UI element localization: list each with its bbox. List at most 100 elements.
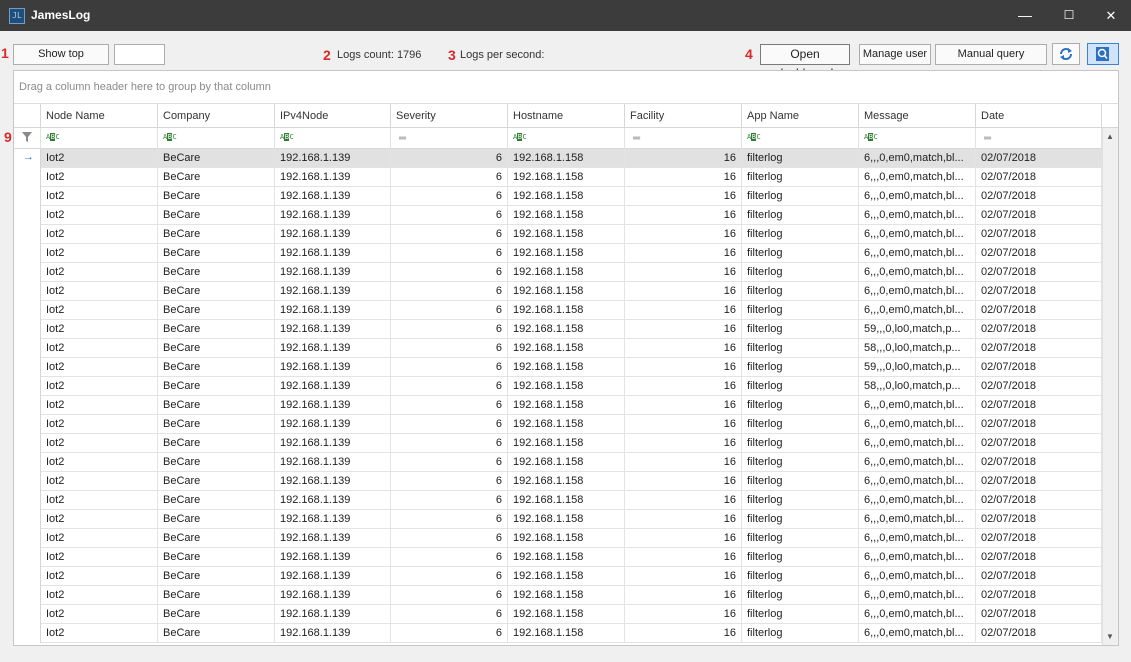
cell-ipv4node[interactable]: 192.168.1.139	[275, 282, 391, 301]
cell-company[interactable]: BeCare	[158, 548, 275, 567]
cell-message[interactable]: 6,,,0,em0,match,bl...	[859, 206, 976, 225]
cell-hostname[interactable]: 192.168.1.158	[508, 491, 625, 510]
cell-date[interactable]: 02/07/2018	[976, 510, 1102, 529]
row-indicator[interactable]	[14, 434, 41, 453]
row-indicator[interactable]	[14, 244, 41, 263]
cell-date[interactable]: 02/07/2018	[976, 605, 1102, 624]
cell-hostname[interactable]: 192.168.1.158	[508, 301, 625, 320]
filter-cell-hostname[interactable]: ABC	[508, 128, 625, 149]
minimize-icon[interactable]: —	[1003, 0, 1047, 31]
cell-severity[interactable]: 6	[391, 282, 508, 301]
cell-company[interactable]: BeCare	[158, 472, 275, 491]
cell-facility[interactable]: 16	[625, 206, 742, 225]
cell-facility[interactable]: 16	[625, 567, 742, 586]
cell-facility[interactable]: 16	[625, 434, 742, 453]
cell-app-name[interactable]: filterlog	[742, 567, 859, 586]
row-indicator[interactable]	[14, 320, 41, 339]
cell-company[interactable]: BeCare	[158, 244, 275, 263]
cell-ipv4node[interactable]: 192.168.1.139	[275, 586, 391, 605]
cell-ipv4node[interactable]: 192.168.1.139	[275, 149, 391, 168]
cell-date[interactable]: 02/07/2018	[976, 320, 1102, 339]
cell-ipv4node[interactable]: 192.168.1.139	[275, 225, 391, 244]
table-row[interactable]: Iot2 BeCare 192.168.1.139 6 192.168.1.158 16 f…	[14, 282, 1102, 301]
cell-severity[interactable]: 6	[391, 510, 508, 529]
cell-hostname[interactable]: 192.168.1.158	[508, 206, 625, 225]
cell-app-name[interactable]: filterlog	[742, 168, 859, 187]
cell-severity[interactable]: 6	[391, 358, 508, 377]
cell-node-name[interactable]: Iot2	[41, 301, 158, 320]
cell-severity[interactable]: 6	[391, 472, 508, 491]
column-header-facility[interactable]: Facility	[625, 104, 742, 128]
table-row[interactable]: Iot2 BeCare 192.168.1.139 6 192.168.1.158 16 f…	[14, 624, 1102, 643]
cell-ipv4node[interactable]: 192.168.1.139	[275, 567, 391, 586]
cell-ipv4node[interactable]: 192.168.1.139	[275, 206, 391, 225]
cell-facility[interactable]: 16	[625, 358, 742, 377]
cell-app-name[interactable]: filterlog	[742, 377, 859, 396]
cell-severity[interactable]: 6	[391, 320, 508, 339]
cell-date[interactable]: 02/07/2018	[976, 472, 1102, 491]
cell-message[interactable]: 6,,,0,em0,match,bl...	[859, 225, 976, 244]
cell-ipv4node[interactable]: 192.168.1.139	[275, 377, 391, 396]
table-row[interactable]: Iot2 BeCare 192.168.1.139 6 192.168.1.158 16 f…	[14, 434, 1102, 453]
row-indicator[interactable]	[14, 491, 41, 510]
cell-company[interactable]: BeCare	[158, 434, 275, 453]
table-row[interactable]: Iot2 BeCare 192.168.1.139 6 192.168.1.158 16 f…	[14, 472, 1102, 491]
scroll-down-icon[interactable]: ▼	[1106, 632, 1114, 641]
cell-node-name[interactable]: Iot2	[41, 434, 158, 453]
cell-company[interactable]: BeCare	[158, 358, 275, 377]
cell-app-name[interactable]: filterlog	[742, 225, 859, 244]
cell-hostname[interactable]: 192.168.1.158	[508, 472, 625, 491]
cell-hostname[interactable]: 192.168.1.158	[508, 187, 625, 206]
cell-severity[interactable]: 6	[391, 301, 508, 320]
filter-cell-node-name[interactable]: ABC	[41, 128, 158, 149]
cell-message[interactable]: 6,,,0,em0,match,bl...	[859, 624, 976, 643]
cell-hostname[interactable]: 192.168.1.158	[508, 263, 625, 282]
cell-hostname[interactable]: 192.168.1.158	[508, 168, 625, 187]
cell-hostname[interactable]: 192.168.1.158	[508, 586, 625, 605]
table-row[interactable]: Iot2 BeCare 192.168.1.139 6 192.168.1.158 16 f…	[14, 548, 1102, 567]
table-row[interactable]: Iot2 BeCare 192.168.1.139 6 192.168.1.158 16 f…	[14, 358, 1102, 377]
cell-severity[interactable]: 6	[391, 529, 508, 548]
cell-company[interactable]: BeCare	[158, 567, 275, 586]
cell-app-name[interactable]: filterlog	[742, 320, 859, 339]
cell-app-name[interactable]: filterlog	[742, 624, 859, 643]
cell-app-name[interactable]: filterlog	[742, 434, 859, 453]
scroll-up-icon[interactable]: ▲	[1106, 132, 1114, 141]
cell-ipv4node[interactable]: 192.168.1.139	[275, 453, 391, 472]
cell-message[interactable]: 6,,,0,em0,match,bl...	[859, 605, 976, 624]
column-header-severity[interactable]: Severity	[391, 104, 508, 128]
row-indicator[interactable]	[14, 187, 41, 206]
table-row[interactable]: Iot2 BeCare 192.168.1.139 6 192.168.1.158 16 f…	[14, 301, 1102, 320]
cell-node-name[interactable]: Iot2	[41, 491, 158, 510]
filter-cell-facility[interactable]: ═	[625, 128, 742, 149]
cell-company[interactable]: BeCare	[158, 605, 275, 624]
cell-facility[interactable]: 16	[625, 187, 742, 206]
cell-ipv4node[interactable]: 192.168.1.139	[275, 187, 391, 206]
cell-message[interactable]: 6,,,0,em0,match,bl...	[859, 149, 976, 168]
cell-message[interactable]: 6,,,0,em0,match,bl...	[859, 586, 976, 605]
cell-severity[interactable]: 6	[391, 415, 508, 434]
vertical-scrollbar[interactable]: ▲ ▼	[1102, 128, 1118, 645]
cell-app-name[interactable]: filterlog	[742, 453, 859, 472]
cell-date[interactable]: 02/07/2018	[976, 263, 1102, 282]
cell-facility[interactable]: 16	[625, 624, 742, 643]
table-row[interactable]: Iot2 BeCare 192.168.1.139 6 192.168.1.158 16 f…	[14, 415, 1102, 434]
cell-date[interactable]: 02/07/2018	[976, 206, 1102, 225]
cell-date[interactable]: 02/07/2018	[976, 529, 1102, 548]
cell-date[interactable]: 02/07/2018	[976, 548, 1102, 567]
table-row[interactable]: Iot2 BeCare 192.168.1.139 6 192.168.1.158 16 f…	[14, 453, 1102, 472]
cell-node-name[interactable]: Iot2	[41, 377, 158, 396]
cell-hostname[interactable]: 192.168.1.158	[508, 396, 625, 415]
filter-cell-ipv4node[interactable]: ABC	[275, 128, 391, 149]
cell-date[interactable]: 02/07/2018	[976, 225, 1102, 244]
cell-facility[interactable]: 16	[625, 149, 742, 168]
cell-hostname[interactable]: 192.168.1.158	[508, 244, 625, 263]
cell-ipv4node[interactable]: 192.168.1.139	[275, 510, 391, 529]
cell-ipv4node[interactable]: 192.168.1.139	[275, 415, 391, 434]
cell-message[interactable]: 6,,,0,em0,match,bl...	[859, 491, 976, 510]
cell-company[interactable]: BeCare	[158, 377, 275, 396]
cell-date[interactable]: 02/07/2018	[976, 624, 1102, 643]
cell-severity[interactable]: 6	[391, 263, 508, 282]
cell-hostname[interactable]: 192.168.1.158	[508, 339, 625, 358]
cell-message[interactable]: 6,,,0,em0,match,bl...	[859, 434, 976, 453]
